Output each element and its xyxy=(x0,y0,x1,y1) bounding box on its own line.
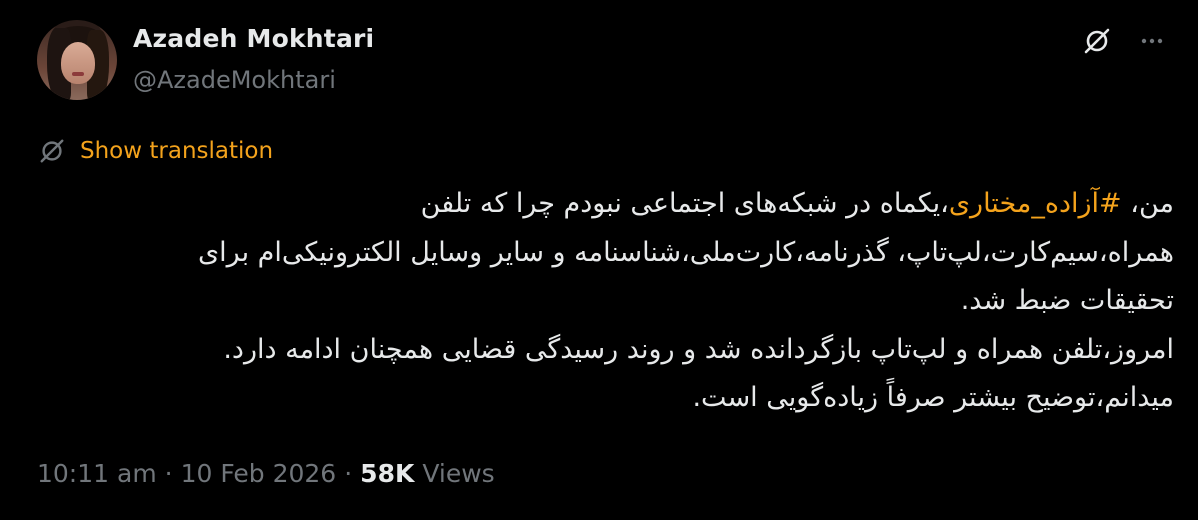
views-count[interactable]: 58K xyxy=(360,459,414,488)
author-avatar[interactable] xyxy=(37,20,117,100)
tweet-line-1-suffix: ،یکماه در شبکه‌های اجتماعی نبودم چرا که … xyxy=(420,188,949,219)
tweet-line-1: من، #آزاده_مختاری،یکماه در شبکه‌های اجتم… xyxy=(30,180,1174,229)
hashtag-link[interactable]: #آزاده_مختاری xyxy=(949,188,1122,219)
avatar-face xyxy=(61,42,95,84)
tweet-text: من، #آزاده_مختاری،یکماه در شبکه‌های اجتم… xyxy=(30,180,1174,423)
meta-separator: · xyxy=(164,459,173,488)
tweet-date[interactable]: 10 Feb 2026 xyxy=(181,459,337,488)
tweet-line-5: میدانم،توضیح بیشتر صرفاً زیاده‌گویی است. xyxy=(692,382,1174,413)
views-label: Views xyxy=(422,459,495,488)
avatar-lips xyxy=(72,72,84,76)
show-translation-label[interactable]: Show translation xyxy=(80,138,273,164)
tweet-meta: 10:11 am · 10 Feb 2026 · 58K Views xyxy=(37,459,495,488)
meta-separator: · xyxy=(344,459,353,488)
translate-icon xyxy=(40,139,64,163)
tweet-line-4: امروز،تلفن همراه و لپ‌تاپ بازگردانده شد … xyxy=(223,333,1174,365)
tweet-line-3: تحقیقات ضبط شد. xyxy=(960,285,1174,316)
show-translation-link[interactable]: Show translation xyxy=(38,137,273,165)
tweet-line-1-prefix: من، xyxy=(1121,188,1174,219)
more-horizontal-icon xyxy=(1141,38,1163,44)
tweet-line-2: همراه،سیم‌کارت،لپ‌تاپ، گذرنامه،کارت‌ملی،… xyxy=(198,236,1174,268)
tweet-time[interactable]: 10:11 am xyxy=(37,459,157,488)
grok-button[interactable] xyxy=(1080,24,1114,58)
grok-slash-icon xyxy=(1084,28,1110,54)
more-options-button[interactable] xyxy=(1135,24,1169,58)
author-handle[interactable]: @AzadeMokhtari xyxy=(133,66,336,94)
author-display-name[interactable]: Azadeh Mokhtari xyxy=(133,24,374,53)
